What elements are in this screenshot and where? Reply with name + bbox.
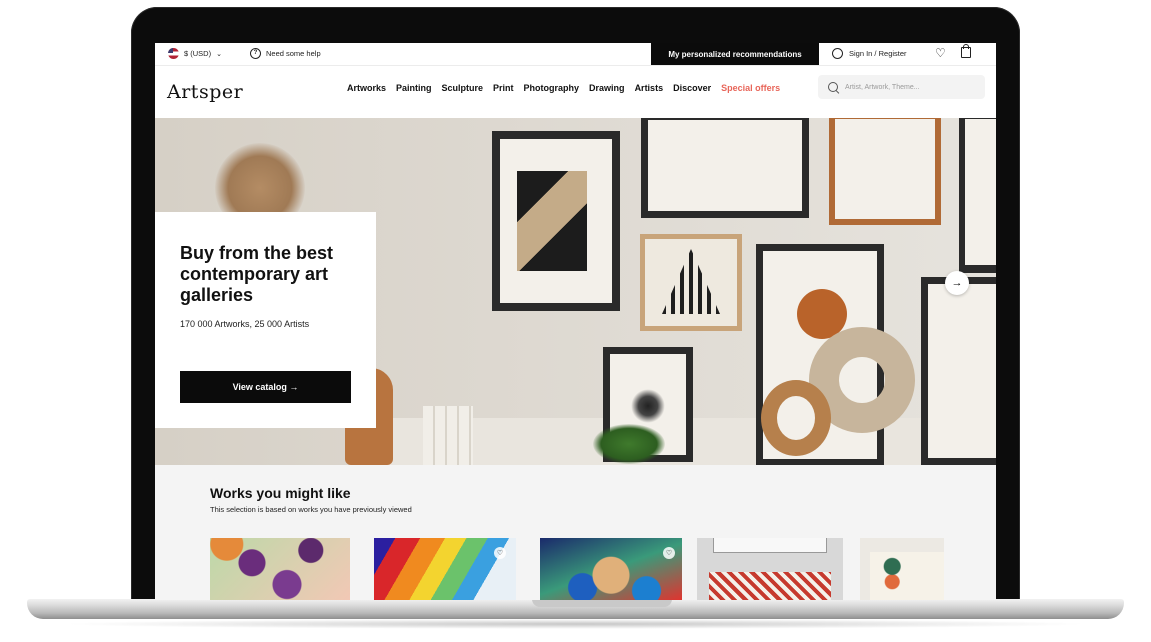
artwork-card[interactable] — [210, 538, 350, 600]
currency-label: $ (USD) — [184, 49, 212, 58]
help-circle-icon: ? — [250, 48, 261, 59]
currency-selector[interactable]: $ (USD) ⌄ — [168, 48, 222, 59]
view-catalog-button[interactable]: View catalog → — [180, 371, 351, 403]
artwork-card[interactable] — [860, 538, 944, 600]
works-title: Works you might like — [210, 485, 351, 501]
nav-item-print[interactable]: Print — [493, 83, 514, 93]
main-nav: Artsper Artworks Painting Sculpture Prin… — [155, 66, 996, 119]
nav-item-special-offers[interactable]: Special offers — [721, 83, 780, 93]
artwork-frame-top — [713, 538, 827, 553]
artwork-image — [709, 572, 831, 600]
hero-title: Buy from the best contemporary art galle… — [180, 243, 334, 305]
nav-item-artworks[interactable]: Artworks — [347, 83, 386, 93]
nav-menu: Artworks Painting Sculpture Print Photog… — [347, 83, 790, 93]
works-subtitle: This selection is based on works you hav… — [210, 505, 412, 514]
artwork-image — [540, 538, 682, 600]
laptop-base — [27, 599, 1124, 619]
nav-item-painting[interactable]: Painting — [396, 83, 432, 93]
help-link[interactable]: ? Need some help — [250, 48, 321, 59]
art-frame-right — [921, 277, 996, 465]
decor-wood-ring — [761, 380, 831, 456]
search-icon — [828, 82, 838, 92]
search-input[interactable]: Artist, Artwork, Theme... — [818, 75, 985, 99]
user-icon — [832, 48, 843, 59]
artwork-image — [210, 538, 350, 600]
top-bar: $ (USD) ⌄ ? Need some help My personaliz… — [155, 43, 996, 66]
art-frame-abstract — [492, 131, 620, 311]
sign-in-link[interactable]: Sign In / Register — [832, 48, 907, 59]
us-flag-icon — [168, 48, 179, 59]
hero-banner: Buy from the best contemporary art galle… — [155, 118, 996, 465]
works-section: Works you might like This selection is b… — [155, 465, 996, 600]
carousel-next-button[interactable]: → — [945, 271, 969, 295]
chevron-down-icon: ⌄ — [216, 50, 222, 58]
nav-item-discover[interactable]: Discover — [673, 83, 711, 93]
logo[interactable]: Artsper — [167, 81, 243, 103]
nav-item-drawing[interactable]: Drawing — [589, 83, 625, 93]
heart-icon[interactable]: ♡ — [935, 47, 946, 59]
recommendations-button[interactable]: My personalized recommendations — [651, 43, 819, 65]
wishlist-heart-icon[interactable]: ♡ — [494, 547, 506, 559]
browser-screen: $ (USD) ⌄ ? Need some help My personaliz… — [155, 43, 996, 600]
hero-card: Buy from the best contemporary art galle… — [155, 212, 376, 428]
art-frame-line-figure — [641, 118, 809, 218]
laptop-notch — [532, 599, 672, 607]
artwork-card[interactable]: ♡ — [540, 538, 682, 600]
hero-subtitle: 170 000 Artworks, 25 000 Artists — [180, 319, 310, 329]
nav-item-sculpture[interactable]: Sculpture — [442, 83, 484, 93]
nav-item-photography[interactable]: Photography — [524, 83, 580, 93]
decor-plant — [593, 424, 665, 464]
artwork-card[interactable] — [697, 538, 843, 600]
sign-in-label: Sign In / Register — [849, 49, 907, 58]
art-frame-top-right — [959, 118, 996, 273]
artwork-card[interactable]: ♡ — [374, 538, 516, 600]
search-placeholder: Artist, Artwork, Theme... — [845, 83, 920, 91]
art-frame-peace-hand — [829, 118, 941, 225]
artwork-image — [374, 538, 516, 600]
laptop-shadow — [60, 619, 1091, 629]
shopping-bag-icon[interactable] — [961, 44, 971, 58]
decor-books — [423, 406, 473, 465]
wishlist-heart-icon[interactable]: ♡ — [663, 547, 675, 559]
arrow-right-icon: → — [951, 277, 963, 289]
artwork-image — [870, 552, 944, 600]
help-label: Need some help — [266, 49, 321, 58]
art-frame-triangles — [640, 234, 742, 331]
nav-item-artists[interactable]: Artists — [635, 83, 664, 93]
